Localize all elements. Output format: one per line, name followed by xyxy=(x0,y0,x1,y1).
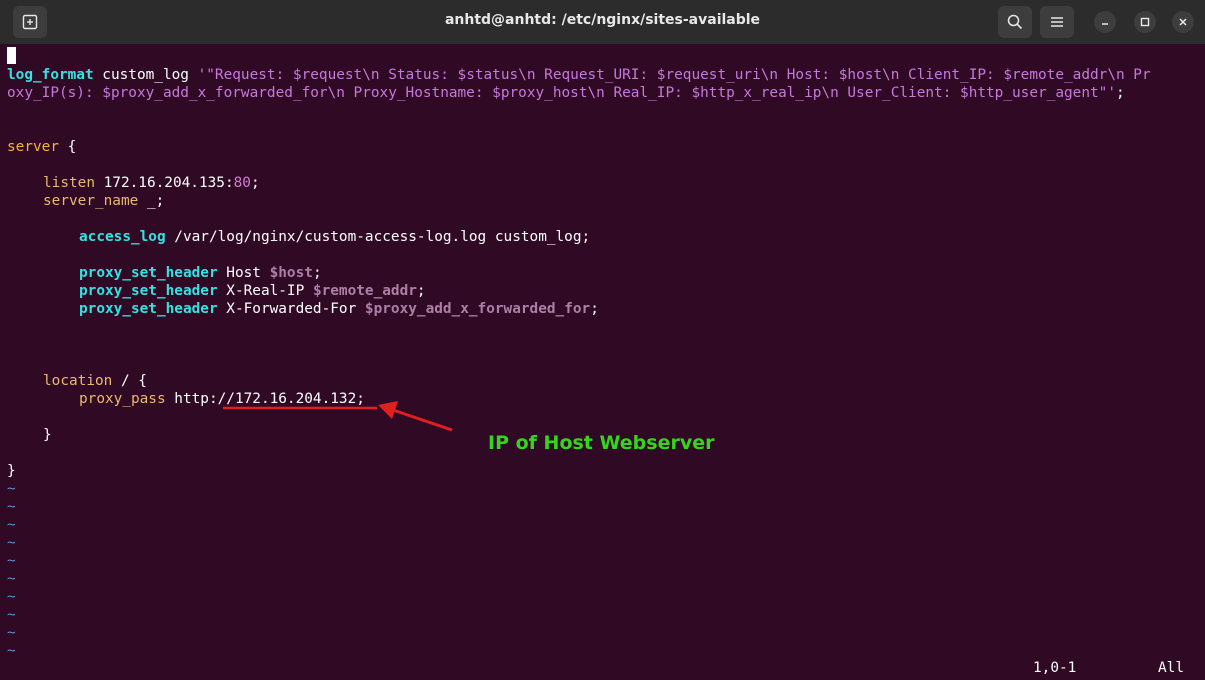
scrollbar[interactable] xyxy=(1197,44,1205,680)
annotation-label: IP of Host Webserver xyxy=(488,432,715,454)
annotation-overlay xyxy=(223,401,453,432)
arrow-annotation xyxy=(389,407,453,432)
arrow-head xyxy=(378,401,398,419)
